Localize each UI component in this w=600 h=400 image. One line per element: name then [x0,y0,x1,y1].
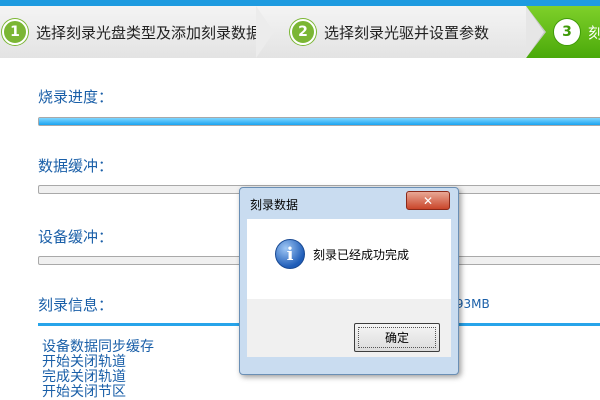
dialog-footer: 确定 [247,299,451,357]
log-entry: 完成关闭轨道 [42,369,126,385]
wizard-steps: 1 选择刻录光盘类型及添加刻录数据 2 选择刻录光驱并设置参数 3 刻 [0,6,600,58]
dialog-message: 刻录已经成功完成 [313,248,410,262]
step-1-label: 选择刻录光盘类型及添加刻录数据 [36,23,262,42]
burn-progress-bar [38,117,600,126]
step-2-number-badge: 2 [290,19,316,45]
wizard-step-1[interactable]: 1 选择刻录光盘类型及添加刻录数据 [0,6,270,58]
step-1-arrow-fill [256,6,274,58]
burn-progress-label: 烧录进度： [38,88,114,106]
step-1-number-badge: 1 [2,19,28,45]
ok-button[interactable]: 确定 [354,323,440,352]
dialog-body: i 刻录已经成功完成 [247,219,451,299]
log-entry: 设备数据同步缓存 [42,339,154,355]
step-2-label: 选择刻录光驱并设置参数 [324,23,490,42]
wizard-step-2[interactable]: 2 选择刻录光驱并设置参数 [256,6,541,58]
log-entry: 开始关闭轨道 [42,354,126,370]
info-icon: i [275,239,305,269]
focus-ring [358,327,436,348]
burn-log: 设备数据同步缓存 开始关闭轨道 完成关闭轨道 开始关闭节区 [42,340,154,400]
device-buffer-label: 设备缓冲： [38,228,114,246]
data-buffer-label: 数据缓冲： [38,157,114,175]
close-icon[interactable]: ✕ [406,191,450,210]
step-3-label: 刻 [588,23,600,42]
dialog-title: 刻录数据 [250,198,299,212]
log-entry: 开始关闭节区 [42,384,126,400]
burn-info-label: 刻录信息： [38,296,114,314]
step-3-number-badge: 3 [554,19,580,45]
burn-complete-dialog: 刻录数据 ✕ i 刻录已经成功完成 确定 [239,187,459,375]
burn-progress-fill [39,118,600,125]
step-2-arrow-fill [526,6,544,58]
